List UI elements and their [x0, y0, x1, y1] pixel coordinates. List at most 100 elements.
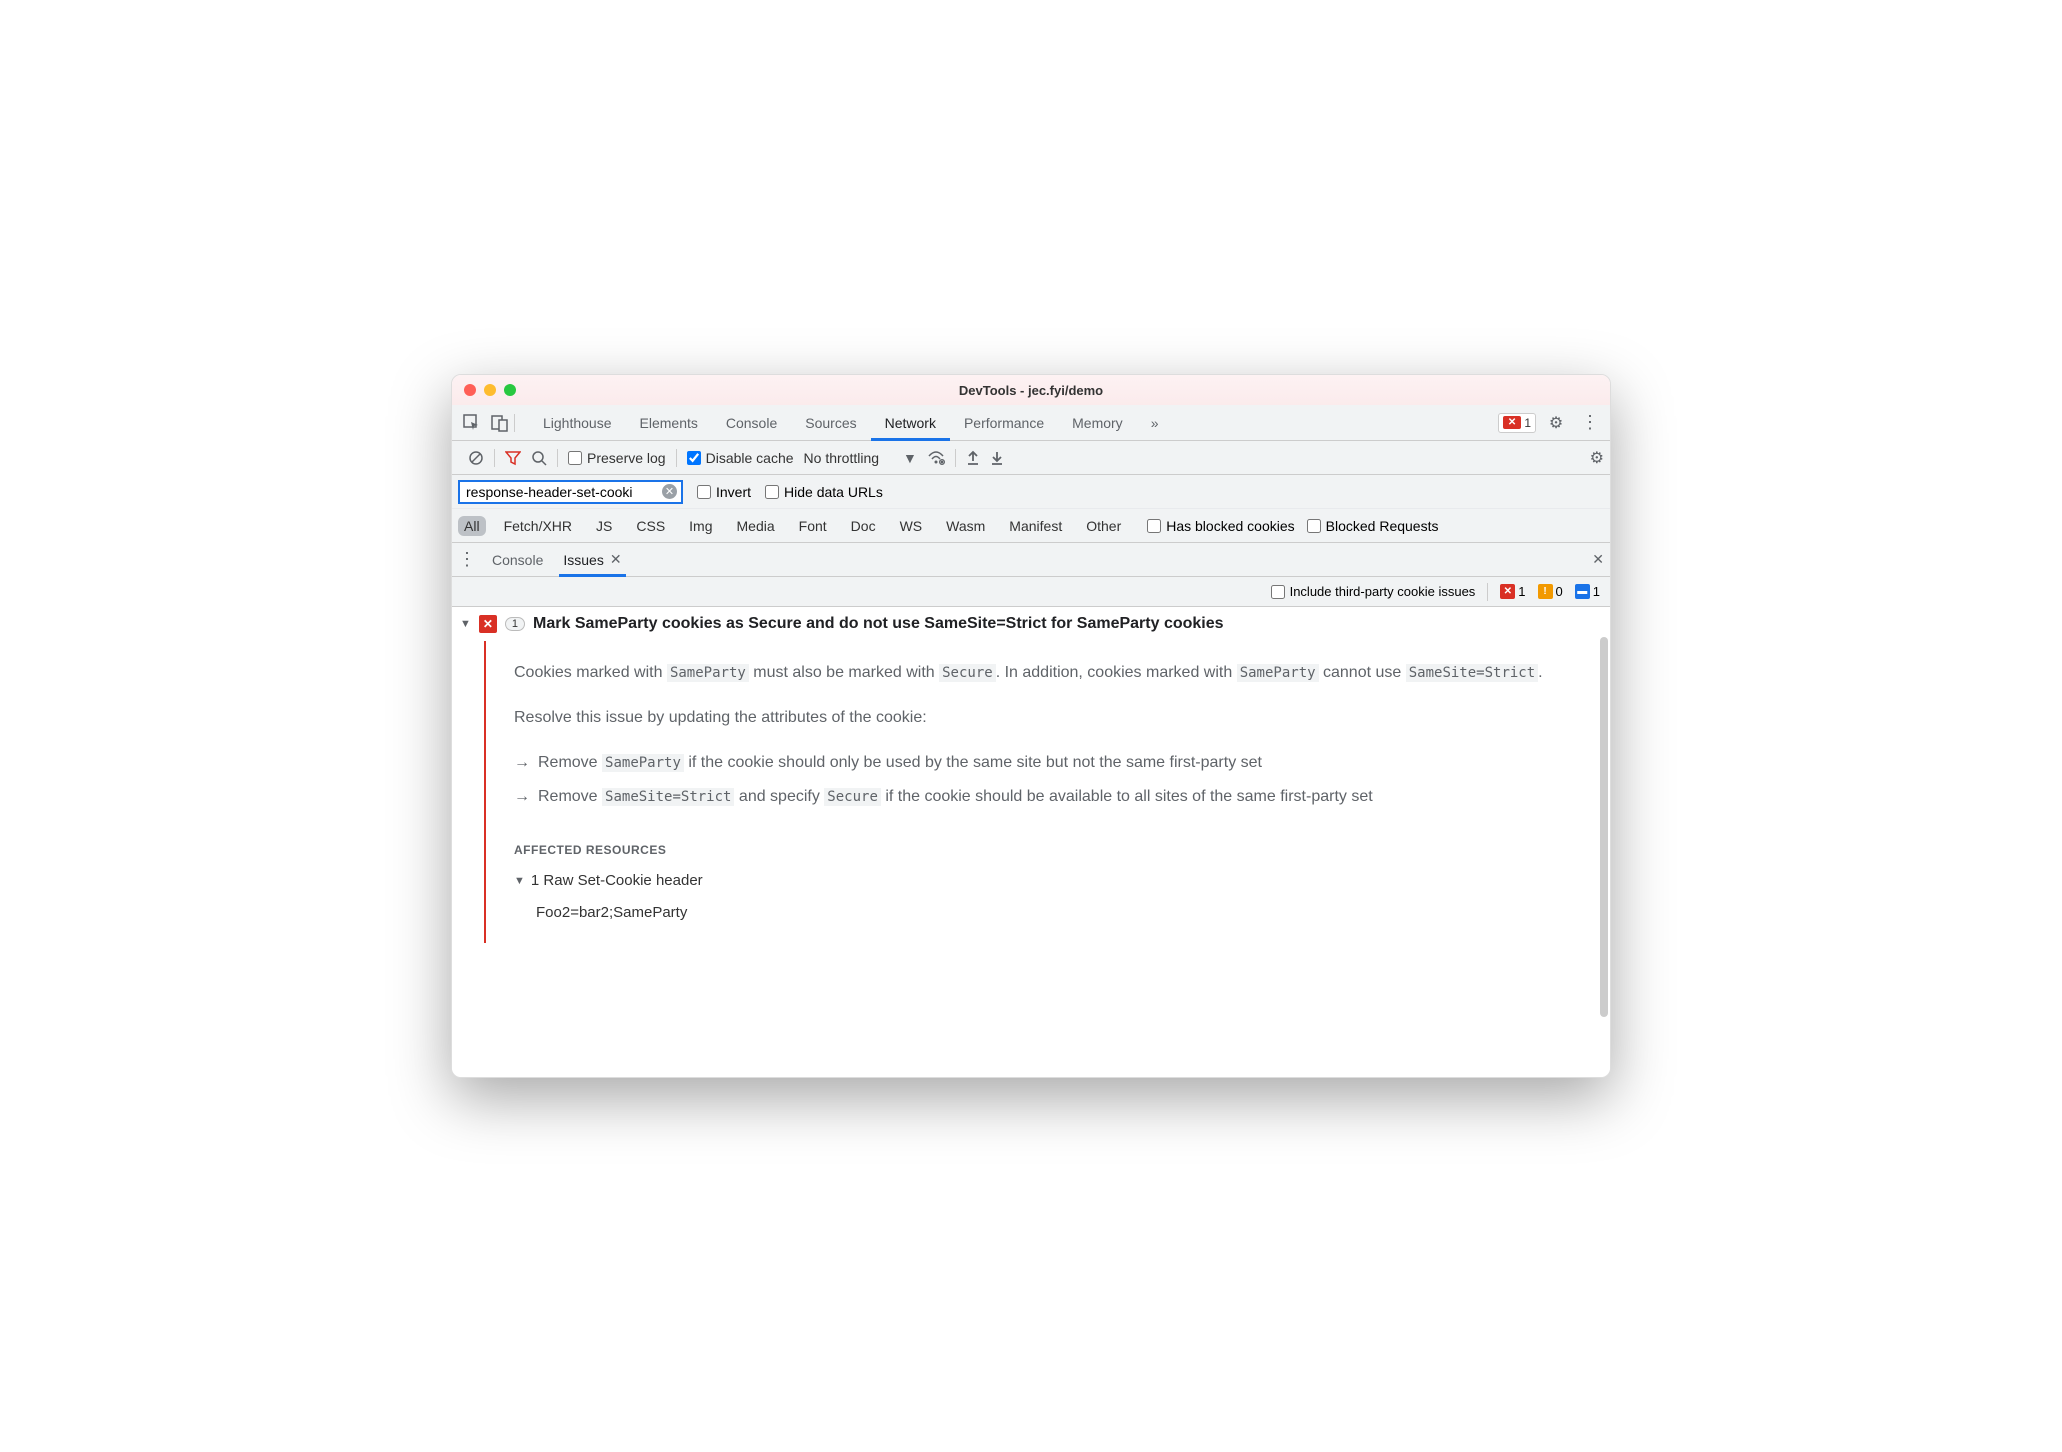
- issues-warning-count: ! 0: [1538, 584, 1563, 599]
- arrow-icon: →: [514, 783, 530, 810]
- filter-icon[interactable]: [505, 450, 521, 466]
- close-tab-icon[interactable]: [610, 551, 622, 568]
- clear-filter-icon[interactable]: ✕: [662, 484, 677, 499]
- tab-console[interactable]: Console: [712, 405, 791, 441]
- issue-panel: ▼ ✕ 1 Mark SameParty cookies as Secure a…: [452, 607, 1610, 1077]
- issue-header[interactable]: ▼ ✕ 1 Mark SameParty cookies as Secure a…: [452, 607, 1610, 641]
- divider: [1487, 583, 1488, 601]
- network-conditions-icon[interactable]: [927, 450, 945, 466]
- type-filter-row: All Fetch/XHR JS CSS Img Media Font Doc …: [452, 509, 1610, 543]
- code-sameparty: SameParty: [1237, 664, 1319, 682]
- type-all[interactable]: All: [458, 516, 486, 536]
- info-icon: ▬: [1575, 584, 1590, 599]
- resource-title: 1 Raw Set-Cookie header: [531, 868, 703, 894]
- titlebar: DevTools - jec.fyi/demo: [452, 375, 1610, 405]
- disable-cache-checkbox[interactable]: Disable cache: [687, 450, 794, 466]
- drawer-tab-console[interactable]: Console: [488, 543, 547, 577]
- type-fetch-xhr[interactable]: Fetch/XHR: [498, 516, 578, 536]
- tab-memory[interactable]: Memory: [1058, 405, 1137, 441]
- hide-data-urls-label: Hide data URLs: [784, 484, 883, 500]
- throttling-select[interactable]: No throttling ▼: [804, 450, 917, 466]
- error-badge[interactable]: 1: [1498, 413, 1536, 433]
- filter-input[interactable]: [462, 482, 662, 502]
- divider: [676, 449, 677, 467]
- issues-error-count: ✕ 1: [1500, 584, 1525, 599]
- filter-row: ✕ Invert Hide data URLs: [452, 475, 1610, 509]
- issue-title: Mark SameParty cookies as Secure and do …: [533, 615, 1224, 633]
- code-samesite-strict: SameSite=Strict: [1406, 664, 1538, 682]
- error-icon: ✕: [1500, 584, 1515, 599]
- divider: [955, 449, 956, 467]
- search-icon[interactable]: [531, 450, 547, 466]
- expand-triangle-icon[interactable]: ▼: [460, 618, 471, 630]
- scrollbar[interactable]: [1600, 637, 1608, 1017]
- disable-cache-label: Disable cache: [706, 450, 794, 466]
- more-menu-icon[interactable]: [1576, 409, 1604, 437]
- arrow-icon: →: [514, 749, 530, 776]
- preserve-log-checkbox[interactable]: Preserve log: [568, 450, 666, 466]
- hide-data-urls-checkbox[interactable]: Hide data URLs: [765, 484, 883, 500]
- download-icon[interactable]: [990, 450, 1004, 466]
- code-samesite-strict: SameSite=Strict: [602, 788, 734, 806]
- issue-body: Cookies marked with SameParty must also …: [484, 641, 1610, 943]
- drawer-tab-issues[interactable]: Issues: [559, 543, 625, 577]
- issues-info-count: ▬ 1: [1575, 584, 1600, 599]
- type-img[interactable]: Img: [683, 516, 718, 536]
- divider: [557, 449, 558, 467]
- affected-resource-row[interactable]: ▼ 1 Raw Set-Cookie header: [514, 868, 1582, 894]
- blocked-requests-label: Blocked Requests: [1326, 518, 1439, 534]
- tab-lighthouse[interactable]: Lighthouse: [529, 405, 626, 441]
- invert-label: Invert: [716, 484, 751, 500]
- network-toolbar: Preserve log Disable cache No throttling…: [452, 441, 1610, 475]
- clear-icon[interactable]: [468, 450, 484, 466]
- drawer-menu-icon[interactable]: [458, 549, 476, 570]
- third-party-checkbox[interactable]: Include third-party cookie issues: [1271, 584, 1476, 599]
- upload-icon[interactable]: [966, 450, 980, 466]
- blocked-requests-checkbox[interactable]: Blocked Requests: [1307, 518, 1439, 534]
- inspect-element-icon[interactable]: [458, 409, 486, 437]
- type-js[interactable]: JS: [590, 516, 618, 536]
- code-sameparty: SameParty: [602, 754, 684, 772]
- code-sameparty: SameParty: [667, 664, 749, 682]
- issue-bullet-2: → Remove SameSite=Strict and specify Sec…: [514, 783, 1582, 810]
- drawer-tab-issues-label: Issues: [563, 552, 603, 568]
- has-blocked-cookies-checkbox[interactable]: Has blocked cookies: [1147, 518, 1294, 534]
- type-other[interactable]: Other: [1080, 516, 1127, 536]
- invert-checkbox[interactable]: Invert: [697, 484, 751, 500]
- type-media[interactable]: Media: [731, 516, 781, 536]
- throttling-label: No throttling: [804, 450, 879, 466]
- warning-icon: !: [1538, 584, 1553, 599]
- code-secure: Secure: [824, 788, 881, 806]
- error-icon: [1503, 416, 1521, 429]
- issue-error-icon: ✕: [479, 615, 497, 633]
- tab-sources[interactable]: Sources: [791, 405, 870, 441]
- issue-count-badge: 1: [505, 617, 525, 631]
- expand-triangle-icon[interactable]: ▼: [514, 872, 525, 891]
- chevron-down-icon: ▼: [903, 450, 917, 466]
- more-tabs-icon[interactable]: [1137, 405, 1173, 441]
- divider: [514, 414, 515, 432]
- affected-resources-heading: AFFECTED RESOURCES: [514, 840, 1582, 860]
- tab-network[interactable]: Network: [871, 405, 950, 441]
- type-font[interactable]: Font: [793, 516, 833, 536]
- window-title: DevTools - jec.fyi/demo: [452, 383, 1610, 398]
- tab-elements[interactable]: Elements: [626, 405, 712, 441]
- type-ws[interactable]: WS: [894, 516, 929, 536]
- type-manifest[interactable]: Manifest: [1003, 516, 1068, 536]
- error-count: 1: [1524, 416, 1531, 430]
- issue-bullet-1: → Remove SameParty if the cookie should …: [514, 749, 1582, 776]
- preserve-log-label: Preserve log: [587, 450, 666, 466]
- close-drawer-icon[interactable]: [1592, 551, 1604, 568]
- tab-performance[interactable]: Performance: [950, 405, 1058, 441]
- network-settings-icon[interactable]: [1590, 448, 1604, 468]
- type-wasm[interactable]: Wasm: [940, 516, 991, 536]
- third-party-label: Include third-party cookie issues: [1290, 584, 1476, 599]
- type-doc[interactable]: Doc: [845, 516, 882, 536]
- issues-toolbar: Include third-party cookie issues ✕ 1 ! …: [452, 577, 1610, 607]
- issue-description-1: Cookies marked with SameParty must also …: [514, 659, 1582, 686]
- main-tabs: Lighthouse Elements Console Sources Netw…: [529, 405, 1498, 441]
- drawer-tabs: Console Issues: [452, 543, 1610, 577]
- type-css[interactable]: CSS: [630, 516, 671, 536]
- settings-icon[interactable]: [1542, 409, 1570, 437]
- device-toolbar-icon[interactable]: [486, 409, 514, 437]
